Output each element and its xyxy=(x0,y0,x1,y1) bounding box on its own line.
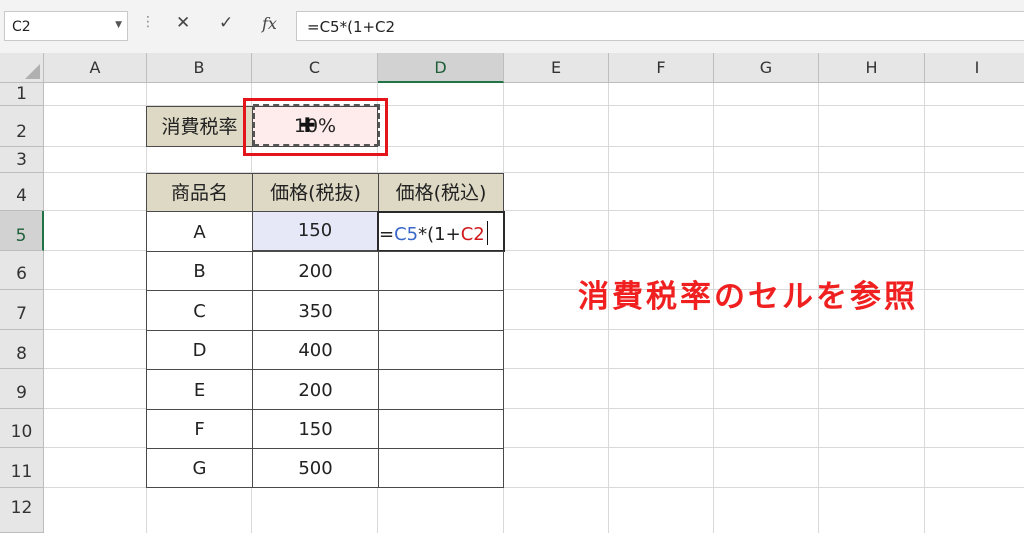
formula-bar: C2 ▼ ⋮ ✕ ✓ fx =C5*(1+C2 xyxy=(0,0,1024,53)
formula-operator: *(1+ xyxy=(418,224,461,245)
formula-ref-c5: C5 xyxy=(394,224,419,245)
column-header-i[interactable]: I xyxy=(925,53,1024,83)
formula-equals: = xyxy=(379,224,395,245)
enter-icon[interactable]: ✓ xyxy=(219,13,233,33)
price-value: 150 xyxy=(297,220,333,241)
formula-ref-c2: C2 xyxy=(460,224,485,245)
column-header-h[interactable]: H xyxy=(819,53,925,83)
row-header-11[interactable]: 11 xyxy=(0,448,44,488)
row-header-8[interactable]: 8 xyxy=(0,330,44,369)
product-name-cell[interactable]: C xyxy=(146,290,253,331)
header-price-excl-tax[interactable]: 価格(税抜) xyxy=(252,173,379,212)
row-header-6[interactable]: 6 xyxy=(0,251,44,290)
name-box-value: C2 xyxy=(12,19,31,35)
row-header-10[interactable]: 10 xyxy=(0,409,44,448)
insert-function-icon[interactable]: fx xyxy=(262,14,277,33)
product-name-cell[interactable]: E xyxy=(146,369,253,410)
select-all-icon xyxy=(25,64,40,79)
column-header-d[interactable]: D xyxy=(378,53,504,83)
formula-input[interactable]: =C5*(1+C2 xyxy=(296,11,1024,41)
price-incl-cell[interactable] xyxy=(378,369,504,410)
annotation-text: 消費税率のセルを参照 xyxy=(578,279,918,315)
select-all-button[interactable] xyxy=(0,53,44,83)
row-header-2[interactable]: 2 xyxy=(0,106,44,147)
header-product-name[interactable]: 商品名 xyxy=(146,173,253,212)
highlight-box xyxy=(243,98,388,156)
column-header-f[interactable]: F xyxy=(609,53,714,83)
text-caret xyxy=(486,221,488,245)
name-box[interactable]: C2 ▼ xyxy=(4,11,128,41)
price-cell[interactable]: 500 xyxy=(252,448,379,488)
row-header-7[interactable]: 7 xyxy=(0,290,44,330)
column-header-b[interactable]: B xyxy=(147,53,252,83)
cell-formula-edit: =C5*(1+C2 xyxy=(379,221,488,245)
formula-input-value: =C5*(1+C2 xyxy=(307,18,396,36)
row-header-12[interactable]: 12 xyxy=(0,488,44,533)
column-header-c[interactable]: C xyxy=(252,53,378,83)
price-incl-cell[interactable] xyxy=(378,448,504,488)
price-cell[interactable]: 200 xyxy=(252,251,379,291)
product-name-cell[interactable]: A xyxy=(146,211,253,252)
more-options-icon[interactable]: ⋮ xyxy=(141,14,155,30)
column-header-g[interactable]: G xyxy=(714,53,819,83)
price-incl-cell[interactable] xyxy=(378,409,504,449)
price-cell[interactable]: 400 xyxy=(252,330,379,370)
price-incl-cell[interactable] xyxy=(378,290,504,331)
header-price-incl-tax[interactable]: 価格(税込) xyxy=(378,173,504,212)
price-cell[interactable]: 200 xyxy=(252,369,379,410)
product-name-cell[interactable]: D xyxy=(146,330,253,370)
price-cell[interactable]: 150 xyxy=(252,409,379,449)
row-header-5[interactable]: 5 xyxy=(0,211,44,251)
product-name-cell[interactable]: B xyxy=(146,251,253,291)
product-name-cell[interactable]: F xyxy=(146,409,253,449)
row-header-1[interactable]: 1 xyxy=(0,83,44,106)
product-name-cell[interactable]: G xyxy=(146,448,253,488)
row-header-3[interactable]: 3 xyxy=(0,147,44,173)
row-header-9[interactable]: 9 xyxy=(0,369,44,409)
column-header-a[interactable]: A xyxy=(44,53,147,83)
row-header-4[interactable]: 4 xyxy=(0,173,44,211)
price-incl-cell[interactable] xyxy=(378,330,504,370)
cancel-icon[interactable]: ✕ xyxy=(176,13,190,33)
price-cell[interactable]: 350 xyxy=(252,290,379,331)
column-header-e[interactable]: E xyxy=(504,53,609,83)
price-incl-cell[interactable] xyxy=(378,251,504,291)
chevron-down-icon[interactable]: ▼ xyxy=(115,20,122,30)
tax-rate-label-cell[interactable]: 消費税率 xyxy=(146,106,253,147)
